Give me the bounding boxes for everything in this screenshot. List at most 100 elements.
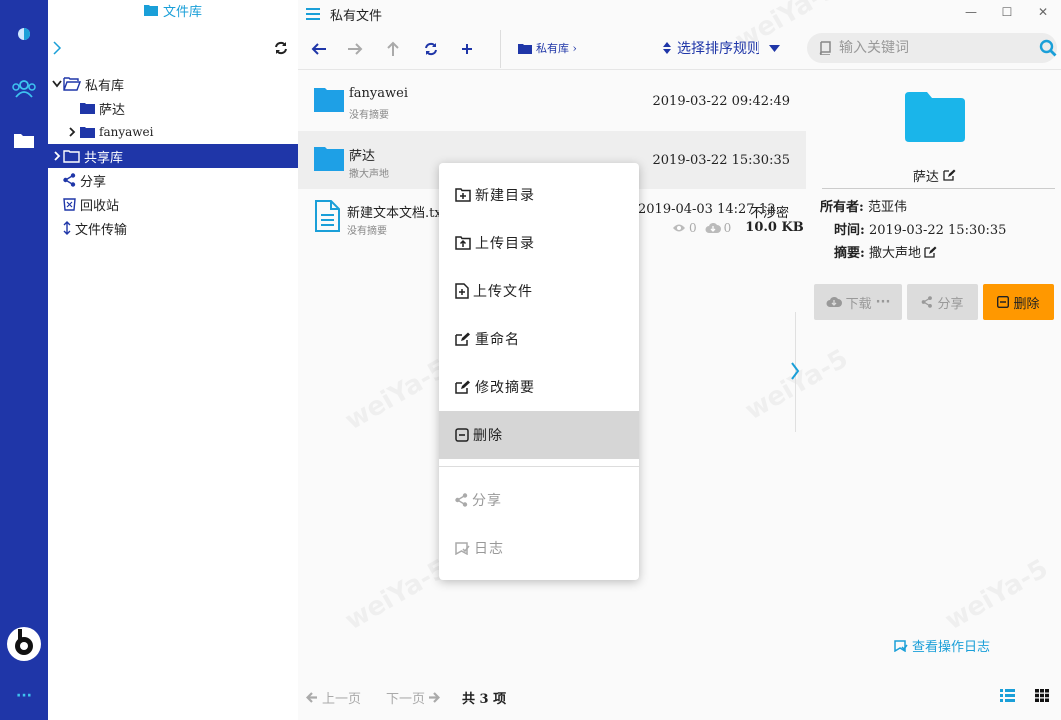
refresh-icon[interactable]	[274, 41, 288, 55]
file-summary: 没有摘要	[347, 226, 387, 237]
chevron-right-icon[interactable]	[51, 151, 63, 161]
maximize-button[interactable]: ☐	[989, 0, 1025, 24]
hamburger-menu-icon[interactable]	[306, 8, 320, 20]
log-icon	[455, 541, 470, 555]
tree-item-fanyawei[interactable]: fanyawei	[48, 120, 298, 144]
share-icon	[455, 493, 468, 507]
folder-outline-icon	[63, 149, 80, 163]
chevron-right-icon[interactable]	[790, 362, 800, 380]
tree-item-shared-library[interactable]: 共享库	[48, 144, 298, 168]
menu-item-label: 修改摘要	[475, 380, 535, 396]
menu-item-log[interactable]: 日志	[439, 524, 639, 572]
view-log-link[interactable]: 查看操作日志	[894, 636, 990, 655]
share-button[interactable]: 分享	[907, 284, 978, 320]
summary-value: 撒大声地	[868, 246, 921, 261]
sort-select-placeholder: 选择排序规则	[677, 41, 759, 57]
chevron-down-icon[interactable]	[51, 80, 63, 88]
detail-divider	[822, 188, 1055, 189]
menu-item-new-folder[interactable]: 新建目录	[439, 171, 639, 219]
detail-name: 萨达	[808, 166, 1061, 185]
search-icon[interactable]	[1039, 39, 1057, 57]
forward-arrow-icon[interactable]	[344, 38, 366, 60]
delete-button[interactable]: 删除	[983, 284, 1054, 320]
next-page-button[interactable]: 下一页	[386, 688, 441, 707]
tree-item-label: 文件传输	[75, 222, 128, 238]
window-title: 私有文件	[330, 8, 383, 24]
security-level: 不涉密	[750, 206, 790, 221]
detail-owner: 所有者: 范亚伟	[820, 196, 907, 215]
tree-item-label: 共享库	[84, 150, 124, 166]
file-row[interactable]: fanyawei 没有摘要 2019-03-22 09:42:49	[298, 72, 806, 130]
text-document-icon	[315, 200, 340, 232]
refresh-icon[interactable]	[420, 38, 442, 60]
panel-toggle[interactable]	[791, 312, 811, 432]
chevron-right-icon[interactable]	[66, 127, 78, 137]
library-title-text: 文件库	[162, 4, 202, 20]
folder-open-icon	[63, 77, 81, 91]
more-icon[interactable]: ···	[0, 686, 48, 706]
menu-item-label: 删除	[473, 428, 503, 444]
back-arrow-icon[interactable]	[308, 38, 330, 60]
menu-item-upload-folder[interactable]: 上传目录	[439, 219, 639, 267]
menu-item-rename[interactable]: 重命名	[439, 315, 639, 363]
folder-icon	[80, 103, 95, 114]
folder-icon	[80, 127, 95, 138]
file-plus-icon	[455, 283, 469, 299]
sort-select[interactable]: 选择排序规则	[662, 38, 780, 58]
app-rail: ···	[0, 0, 48, 720]
breadcrumb-item[interactable]: 私有库 ›	[536, 40, 577, 56]
sidebar: 文件库 私有库 萨达 fanyawei 共享库 分享 回收站 文件传输	[48, 0, 298, 720]
menu-item-edit-summary[interactable]: 修改摘要	[439, 363, 639, 411]
file-name: fanyawei	[349, 86, 409, 101]
up-arrow-icon[interactable]	[382, 38, 404, 60]
menu-item-label: 上传文件	[473, 284, 533, 300]
add-icon[interactable]	[456, 38, 478, 60]
close-button[interactable]: ✕	[1025, 0, 1061, 24]
search-input[interactable]	[839, 40, 1019, 56]
download-button[interactable]: 下载 ···	[814, 284, 902, 320]
prev-page-button[interactable]: 上一页	[306, 688, 361, 707]
download-label: 下载	[845, 296, 872, 312]
breadcrumb[interactable]: 私有库 ›	[518, 40, 577, 56]
tree-item-share[interactable]: 分享	[48, 168, 298, 192]
cloud-download-icon	[705, 222, 721, 233]
app-logo-icon[interactable]	[0, 22, 48, 46]
tree-item-label: 分享	[80, 174, 107, 190]
folder-icon	[143, 5, 158, 16]
owner-value: 范亚伟	[867, 200, 907, 215]
menu-item-share[interactable]: 分享	[439, 476, 639, 524]
toolbar-divider	[500, 30, 501, 68]
edit-icon[interactable]	[924, 246, 937, 258]
arrow-left-icon	[306, 692, 317, 703]
tree-item-sada[interactable]: 萨达	[48, 96, 298, 120]
file-name: 萨达	[349, 149, 376, 164]
list-view-icon[interactable]	[1000, 689, 1015, 702]
time-value: 2019-03-22 15:30:35	[868, 223, 1007, 238]
menu-item-upload-file[interactable]: 上传文件	[439, 267, 639, 315]
menu-item-delete[interactable]: 删除	[439, 411, 639, 459]
file-date: 2019-03-22 15:30:35	[652, 153, 790, 168]
pagination-bar: 上一页 下一页 共 3 项	[298, 684, 1061, 710]
folder-upload-icon	[455, 236, 471, 250]
title-bar: 私有文件 — ☐ ✕	[298, 0, 1061, 28]
grid-view-icon[interactable]	[1035, 689, 1049, 702]
download-count: 0	[723, 220, 732, 235]
minimize-button[interactable]: —	[953, 0, 989, 24]
time-label: 时间:	[834, 223, 865, 238]
folder-large-icon	[905, 92, 965, 142]
share-label: 分享	[937, 296, 964, 312]
tree-item-private-library[interactable]: 私有库	[48, 72, 298, 96]
minus-square-icon	[997, 296, 1010, 308]
edit-icon[interactable]	[943, 169, 956, 181]
edit-icon	[455, 332, 470, 346]
tree-item-file-transfer[interactable]: 文件传输	[48, 216, 298, 240]
menu-divider	[439, 466, 639, 467]
file-date: 2019-03-22 09:42:49	[652, 94, 790, 109]
transfer-icon	[63, 221, 71, 235]
folder-nav-icon[interactable]	[0, 128, 48, 152]
brand-logo-icon	[0, 624, 48, 664]
users-icon[interactable]	[0, 76, 48, 102]
tree-item-label: fanyawei	[99, 125, 154, 139]
tree-item-recycle-bin[interactable]: 回收站	[48, 192, 298, 216]
expand-chevron-icon[interactable]	[52, 41, 62, 55]
